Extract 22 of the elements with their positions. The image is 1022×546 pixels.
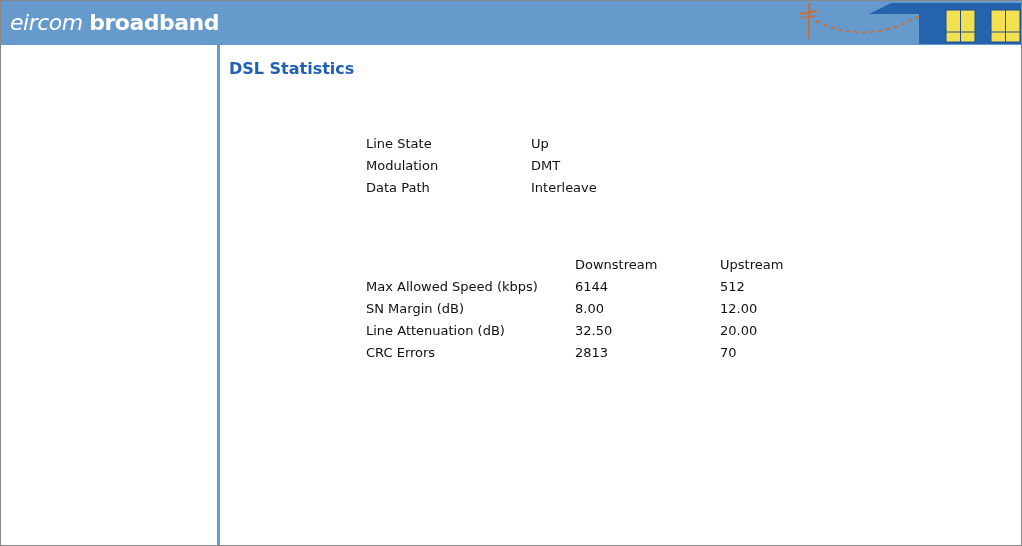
table-cell-text: 8.00	[575, 300, 605, 318]
table-cell-text: 512	[720, 278, 746, 296]
row-label: Data Path	[366, 179, 431, 197]
row-label: Line Attenuation (dB)	[366, 322, 506, 340]
table-cell-text: 6144	[575, 278, 610, 296]
row-value: Up	[531, 135, 550, 153]
table-cell-text: 32.50	[575, 322, 614, 340]
row-label: Modulation	[366, 157, 440, 175]
table-cell-text: 20.00	[720, 322, 759, 340]
column-header: Upstream	[720, 256, 785, 274]
column-header: Downstream	[575, 256, 659, 274]
page-title: DSL Statistics	[229, 59, 356, 78]
row-label: Max Allowed Speed (kbps)	[366, 278, 539, 296]
logo: eircom broadband	[9, 10, 219, 35]
row-label: SN Margin (dB)	[366, 300, 465, 318]
row-label: Line State	[366, 135, 433, 153]
row-label: CRC Errors	[366, 344, 437, 362]
table-cell-text: 12.00	[720, 300, 759, 318]
table-cell-text: 2813	[575, 344, 610, 362]
row-value: Interleave	[531, 179, 598, 197]
row-value: DMT	[531, 157, 562, 175]
table-cell-text: 70	[720, 344, 738, 362]
